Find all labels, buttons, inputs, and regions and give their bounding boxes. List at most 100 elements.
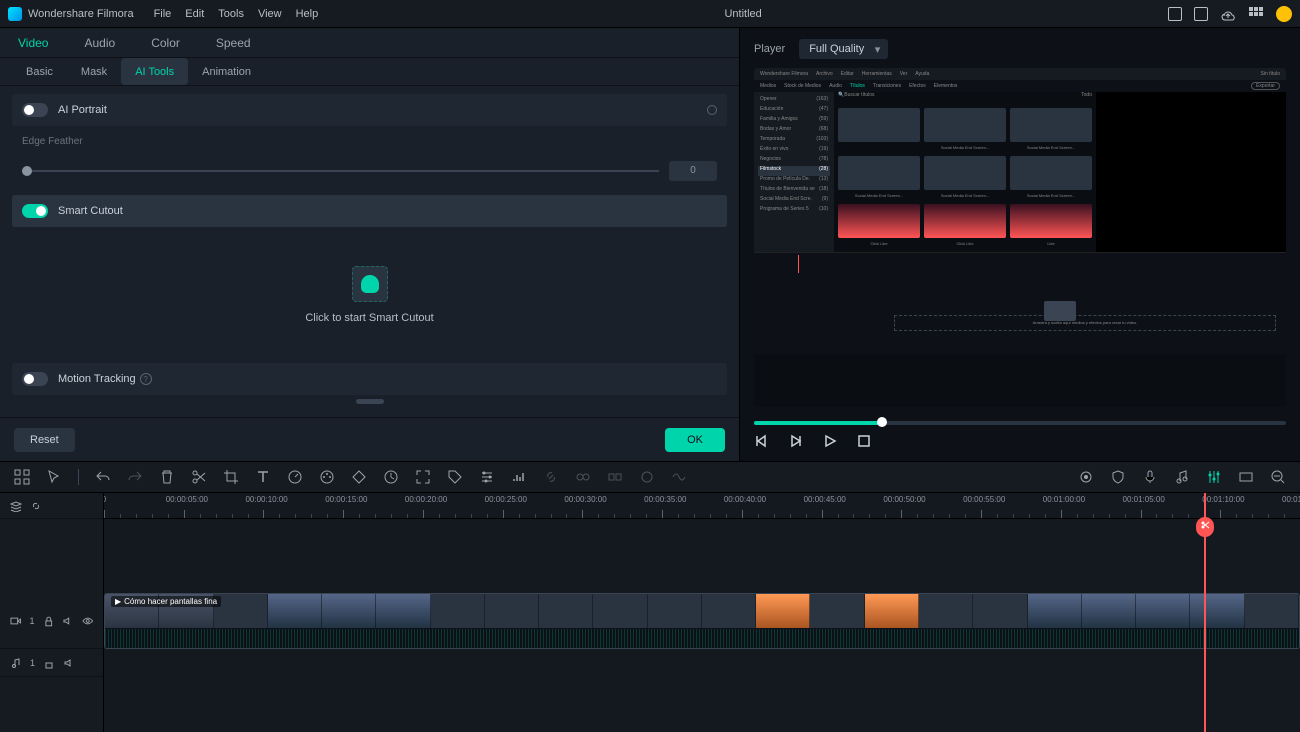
smart-cutout-cta[interactable]: Click to start Smart Cutout [305, 312, 433, 324]
tab-color[interactable]: Color [133, 28, 198, 57]
align-icon[interactable] [607, 469, 623, 485]
progress-thumb[interactable] [877, 417, 887, 427]
nested-sidebar: Opener(163) Educación(47) Familia y Amig… [754, 92, 834, 252]
music-icon[interactable] [1174, 469, 1190, 485]
edge-feather-value[interactable]: 0 [669, 161, 717, 181]
apps-icon[interactable] [1248, 6, 1264, 22]
smart-cutout-area: Click to start Smart Cutout [12, 235, 727, 355]
mixer-icon[interactable] [1206, 469, 1222, 485]
title-right-icons [1168, 6, 1292, 22]
mute-icon[interactable] [62, 615, 74, 627]
audio-track-header: 1 [0, 649, 103, 677]
zoom-out-icon[interactable] [1270, 469, 1286, 485]
lock-icon[interactable] [43, 615, 55, 627]
expand-icon[interactable] [415, 469, 431, 485]
cloud-upload-icon[interactable] [1220, 6, 1236, 22]
link-icon[interactable] [543, 469, 559, 485]
snap-icon[interactable] [1238, 469, 1254, 485]
mic-icon[interactable] [1142, 469, 1158, 485]
save-icon[interactable] [1194, 7, 1208, 21]
edge-feather-row: Edge Feather [12, 130, 727, 161]
redo-icon[interactable] [127, 469, 143, 485]
reset-button[interactable]: Reset [14, 428, 75, 452]
main-menu: File Edit Tools View Help [154, 8, 319, 20]
player-panel: Player Full Quality Wondershare Filmora … [740, 28, 1300, 461]
track-area[interactable]: ▶Cómo hacer pantallas fina [104, 519, 1300, 732]
menu-tools[interactable]: Tools [218, 8, 244, 20]
prev-frame-icon[interactable] [754, 433, 770, 449]
shield-icon[interactable] [1110, 469, 1126, 485]
player-progress[interactable] [754, 421, 1286, 425]
mute-audio-icon[interactable] [63, 657, 75, 669]
motion-tracking-toggle[interactable] [22, 372, 48, 386]
smart-cutout-toggle[interactable] [22, 204, 48, 218]
tab-speed[interactable]: Speed [198, 28, 269, 57]
menu-help[interactable]: Help [296, 8, 319, 20]
keyframe-icon[interactable] [351, 469, 367, 485]
scissors-icon[interactable] [191, 469, 207, 485]
group-icon[interactable] [575, 469, 591, 485]
timeline-ruler[interactable]: 00:0000:00:05:0000:00:10:0000:00:15:0000… [104, 493, 1300, 519]
subtab-ai-tools[interactable]: AI Tools [121, 58, 188, 85]
color-icon[interactable] [319, 469, 335, 485]
menu-view[interactable]: View [258, 8, 282, 20]
link-track-icon[interactable] [30, 500, 42, 512]
progress-fill [754, 421, 882, 425]
main-area: Video Audio Color Speed Basic Mask AI To… [0, 28, 1300, 461]
subtab-mask[interactable]: Mask [67, 58, 121, 85]
stop-icon[interactable] [856, 433, 872, 449]
smart-cutout-icon[interactable] [352, 266, 388, 302]
subtab-animation[interactable]: Animation [188, 58, 265, 85]
audio-bars-icon[interactable] [511, 469, 527, 485]
pointer-icon[interactable] [46, 469, 62, 485]
ai-portrait-label: AI Portrait [58, 104, 107, 116]
ai-portrait-row: AI Portrait [12, 94, 727, 126]
ai-portrait-reset-icon[interactable] [707, 105, 717, 115]
app-icon [8, 7, 22, 21]
preview-viewport[interactable]: Wondershare Filmora Archivo Editar Herra… [754, 68, 1286, 407]
edge-feather-thumb[interactable] [22, 166, 32, 176]
quality-select[interactable]: Full Quality [799, 39, 888, 59]
clock-icon[interactable] [383, 469, 399, 485]
tab-audio[interactable]: Audio [66, 28, 133, 57]
document-title: Untitled [318, 8, 1168, 20]
tag-icon[interactable] [447, 469, 463, 485]
mask-icon[interactable] [639, 469, 655, 485]
record-icon[interactable] [1078, 469, 1094, 485]
subtab-basic[interactable]: Basic [12, 58, 67, 85]
motion-tracking-row: Motion Tracking ? [12, 363, 727, 395]
crop-icon[interactable] [223, 469, 239, 485]
nested-preview [1096, 92, 1286, 252]
grid-icon[interactable] [14, 469, 30, 485]
timeline-header-controls [0, 493, 103, 519]
layers-icon[interactable] [10, 500, 22, 512]
player-controls [754, 429, 1286, 453]
speed-icon[interactable] [287, 469, 303, 485]
panel-footer: Reset OK [0, 417, 739, 461]
wave-icon[interactable] [671, 469, 687, 485]
sliders-icon[interactable] [479, 469, 495, 485]
timeline-track-headers: 1 1 [0, 493, 104, 732]
playhead[interactable] [1204, 493, 1206, 732]
menu-edit[interactable]: Edit [185, 8, 204, 20]
edge-feather-slider[interactable] [22, 170, 659, 172]
playhead-scissors-icon [1200, 520, 1210, 530]
undo-icon[interactable] [95, 469, 111, 485]
tab-video[interactable]: Video [0, 28, 66, 57]
video-clip[interactable]: ▶Cómo hacer pantallas fina [104, 593, 1300, 649]
user-avatar[interactable] [1276, 6, 1292, 22]
menu-file[interactable]: File [154, 8, 172, 20]
step-back-icon[interactable] [788, 433, 804, 449]
lock-audio-icon[interactable] [43, 657, 55, 669]
timeline-tracks[interactable]: 00:0000:00:05:0000:00:10:0000:00:15:0000… [104, 493, 1300, 732]
edge-feather-label: Edge Feather [22, 136, 142, 147]
play-icon[interactable] [822, 433, 838, 449]
text-icon[interactable] [255, 469, 271, 485]
delete-icon[interactable] [159, 469, 175, 485]
help-icon[interactable]: ? [140, 373, 152, 385]
playhead-handle[interactable] [1196, 517, 1214, 537]
screen-icon[interactable] [1168, 7, 1182, 21]
ai-portrait-toggle[interactable] [22, 103, 48, 117]
ok-button[interactable]: OK [665, 428, 725, 452]
eye-icon[interactable] [82, 615, 94, 627]
